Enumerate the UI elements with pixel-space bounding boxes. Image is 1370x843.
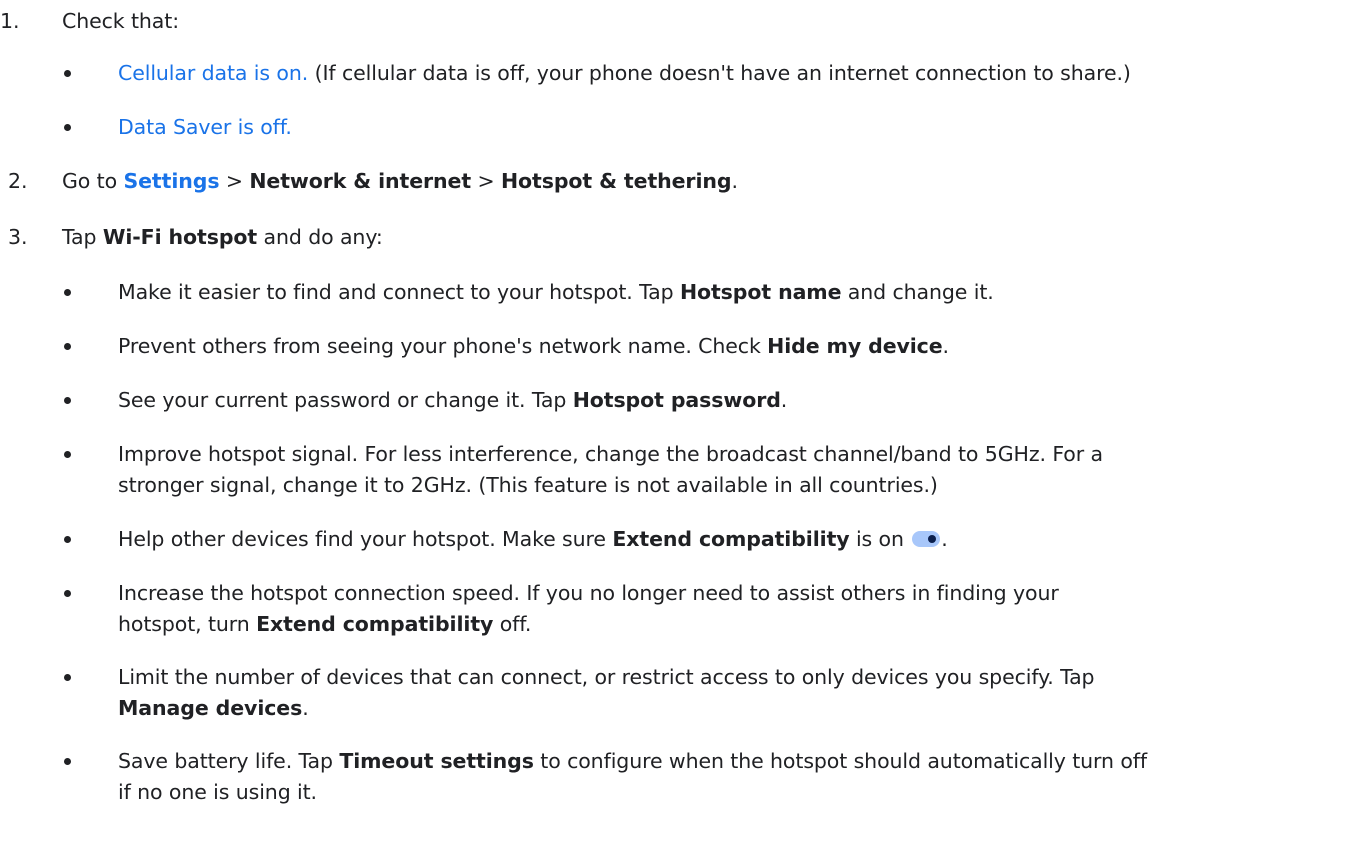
- list-item: See your current password or change it. …: [118, 385, 787, 415]
- step-number: 1.: [0, 9, 20, 33]
- list-item: Prevent others from seeing your phone's …: [118, 331, 949, 361]
- list-item-text: hotspot, turn: [118, 612, 257, 636]
- list-item: Cellular data is on. (If cellular data i…: [118, 58, 1131, 88]
- step-number: 3.: [8, 225, 28, 249]
- list-item-text: Save battery life. Tap: [118, 749, 340, 773]
- list-item-line-1: Improve hotspot signal. For less interfe…: [118, 442, 1103, 466]
- step-text: Go to: [62, 169, 124, 193]
- bullet-icon: [64, 343, 71, 350]
- list-item-text: and change it.: [841, 280, 994, 304]
- list-item-line-2: Manage devices.: [118, 693, 309, 723]
- list-item-text: (If cellular data is off, your phone doe…: [308, 61, 1131, 85]
- list-item-text: .: [941, 527, 948, 551]
- step-text-end: .: [731, 169, 738, 193]
- wifi-hotspot-label: Wi-Fi hotspot: [102, 225, 258, 249]
- list-item-text: .: [780, 388, 788, 412]
- list-item-line-1: Save battery life. Tap Timeout settings …: [118, 746, 1147, 776]
- list-item-line-2: stronger signal, change it to 2GHz. (Thi…: [118, 473, 938, 497]
- list-item-text: off.: [493, 612, 532, 636]
- list-item-text: .: [942, 334, 950, 358]
- step-text-end: and do any:: [257, 225, 383, 249]
- timeout-settings-label: Timeout settings: [339, 749, 534, 773]
- help-article: 1. Check that: Cellular data is on. (If …: [0, 0, 1370, 843]
- bullet-icon: [64, 397, 71, 404]
- network-internet-label: Network & internet: [249, 169, 472, 193]
- bullet-icon: [64, 124, 71, 131]
- list-item-text: Help other devices find your hotspot. Ma…: [118, 527, 613, 551]
- bullet-icon: [64, 289, 71, 296]
- manage-devices-label: Manage devices: [118, 696, 303, 720]
- list-item-text: is on: [849, 527, 911, 551]
- hotspot-name-label: Hotspot name: [679, 280, 842, 304]
- hotspot-password-label: Hotspot password: [572, 388, 781, 412]
- list-item-text: Make it easier to find and connect to yo…: [118, 280, 680, 304]
- settings-link[interactable]: Settings: [123, 169, 219, 193]
- step-text: Tap: [62, 225, 103, 249]
- list-item-text: to configure when the hotspot should aut…: [533, 749, 1147, 773]
- list-item: Make it easier to find and connect to yo…: [118, 277, 994, 307]
- step-1-text: Check that:: [62, 9, 180, 33]
- list-item-text: See your current password or change it. …: [118, 388, 573, 412]
- bullet-icon: [64, 70, 71, 77]
- list-item-line-2: hotspot, turn Extend compatibility off.: [118, 609, 531, 639]
- step-2-text: Go to Settings > Network & internet > Ho…: [62, 166, 738, 196]
- step-number: 2.: [8, 169, 28, 193]
- bullet-icon: [64, 590, 71, 597]
- bullet-icon: [64, 451, 71, 458]
- step-1: 1.: [0, 6, 19, 36]
- list-item-line-1: Increase the hotspot connection speed. I…: [118, 581, 1059, 605]
- bullet-icon: [64, 758, 71, 765]
- list-item: Help other devices find your hotspot. Ma…: [118, 524, 948, 554]
- cellular-data-link[interactable]: Cellular data is on.: [118, 61, 308, 85]
- toggle-knob: [928, 535, 937, 543]
- step-3-text: Tap Wi-Fi hotspot and do any:: [62, 222, 383, 252]
- data-saver-link[interactable]: Data Saver is off.: [118, 115, 292, 139]
- toggle-on-icon: [912, 531, 941, 547]
- extend-compatibility-label: Extend compatibility: [612, 527, 850, 551]
- list-item-text: Prevent others from seeing your phone's …: [118, 334, 768, 358]
- separator: >: [219, 169, 250, 193]
- bullet-icon: [64, 536, 71, 543]
- hide-my-device-label: Hide my device: [767, 334, 943, 358]
- hotspot-tethering-label: Hotspot & tethering: [500, 169, 732, 193]
- list-item-line-2: if no one is using it.: [118, 780, 317, 804]
- extend-compatibility-label: Extend compatibility: [256, 612, 494, 636]
- bullet-icon: [64, 674, 71, 681]
- list-item-text: .: [302, 696, 309, 720]
- separator: >: [471, 169, 501, 193]
- list-item: Data Saver is off.: [118, 112, 292, 142]
- list-item-line-1: Limit the number of devices that can con…: [118, 665, 1095, 689]
